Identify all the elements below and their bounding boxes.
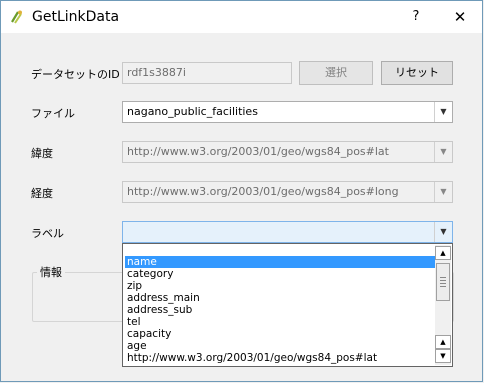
- latitude-label: 緯度: [31, 147, 53, 160]
- longitude-combobox: http://www.w3.org/2003/01/geo/wgs84_pos#…: [122, 181, 453, 203]
- label-label: ラベル: [31, 227, 64, 240]
- list-item[interactable]: capacity: [125, 328, 435, 340]
- label-dropdown-list[interactable]: name category zip address_main address_s…: [122, 243, 453, 367]
- arrow-down-icon[interactable]: ▼: [435, 349, 451, 363]
- list-item[interactable]: tel: [125, 316, 435, 328]
- window-title: GetLinkData: [32, 9, 120, 25]
- list-item[interactable]: zip: [125, 280, 435, 292]
- dialog-window: GetLinkData ? ✕ データセットのID rdf1s3887i 選択 …: [0, 0, 483, 382]
- file-combobox[interactable]: nagano_public_facilities ▼: [122, 101, 453, 123]
- dropdown-items: name category zip address_main address_s…: [125, 256, 435, 364]
- file-combobox-value: nagano_public_facilities: [127, 105, 258, 118]
- chevron-down-icon[interactable]: ▼: [434, 222, 452, 242]
- file-label: ファイル: [31, 107, 75, 120]
- dataset-id-label: データセットのID: [31, 68, 120, 81]
- list-item[interactable]: address_sub: [125, 304, 435, 316]
- info-group-title: 情報: [37, 264, 65, 280]
- grip-icon: [440, 277, 446, 287]
- scrollbar-thumb[interactable]: [436, 263, 450, 301]
- latitude-combobox: http://www.w3.org/2003/01/geo/wgs84_pos#…: [122, 141, 453, 163]
- arrow-up-icon[interactable]: ▲: [435, 335, 451, 349]
- list-item[interactable]: age: [125, 340, 435, 352]
- latitude-combobox-value: http://www.w3.org/2003/01/geo/wgs84_pos#…: [127, 145, 389, 158]
- label-combobox[interactable]: ▼: [122, 221, 453, 243]
- dataset-id-field: rdf1s3887i: [122, 62, 292, 84]
- list-item[interactable]: http://www.w3.org/2003/01/geo/wgs84_pos#…: [125, 352, 435, 364]
- dropdown-scrollbar[interactable]: ▲ ▲ ▼: [435, 245, 451, 365]
- reset-button[interactable]: リセット: [381, 61, 453, 85]
- help-button[interactable]: ?: [405, 5, 427, 29]
- close-button[interactable]: ✕: [447, 5, 473, 29]
- list-item[interactable]: address_main: [125, 292, 435, 304]
- qgis-plugin-icon: [11, 10, 22, 24]
- chevron-down-icon: ▼: [434, 182, 452, 202]
- select-button[interactable]: 選択: [299, 61, 373, 85]
- list-item[interactable]: name: [125, 256, 435, 268]
- title-bar: GetLinkData ? ✕: [1, 1, 482, 33]
- arrow-up-icon[interactable]: ▲: [435, 246, 451, 260]
- chevron-down-icon: ▼: [434, 142, 452, 162]
- longitude-combobox-value: http://www.w3.org/2003/01/geo/wgs84_pos#…: [127, 185, 399, 198]
- longitude-label: 経度: [31, 187, 53, 200]
- chevron-down-icon[interactable]: ▼: [434, 102, 452, 122]
- list-item[interactable]: category: [125, 268, 435, 280]
